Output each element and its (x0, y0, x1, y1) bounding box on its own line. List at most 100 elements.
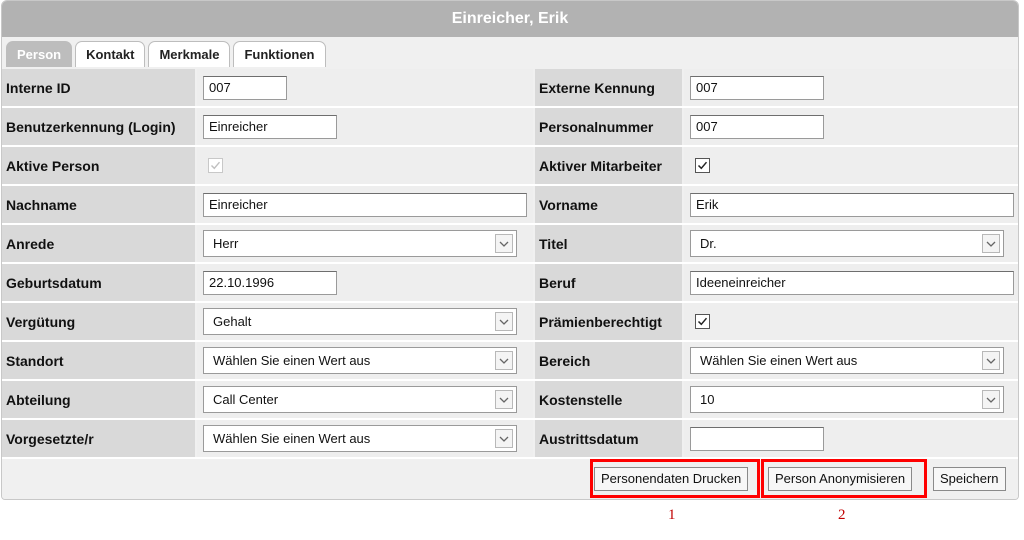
aktive-person-checkbox (208, 158, 223, 173)
tab-person[interactable]: Person (6, 41, 73, 67)
standort-cell: Wählen Sie einen Wert aus (197, 342, 533, 379)
anrede-select[interactable]: Herr (203, 230, 517, 257)
beruf-cell: Ideeneinreicher (684, 264, 1018, 301)
form-row: Vorgesetzte/r Wählen Sie einen Wert aus … (2, 420, 1018, 459)
verguetung-select[interactable]: Gehalt (203, 308, 517, 335)
geburtsdatum-field[interactable]: 22.10.1996 (203, 270, 337, 295)
abteilung-select[interactable]: Call Center (203, 386, 517, 413)
form-row: Standort Wählen Sie einen Wert aus Berei… (2, 342, 1018, 381)
form-row: Anrede Herr Titel Dr. (2, 225, 1018, 264)
annotation-number-1: 1 (668, 507, 676, 523)
vorgesetzte-label: Vorgesetzte/r (2, 420, 195, 457)
nachname-field[interactable]: Einreicher (203, 192, 527, 217)
titel-value: Dr. (700, 236, 717, 251)
titel-cell: Dr. (684, 225, 1018, 262)
vorname-label: Vorname (535, 186, 682, 223)
geburtsdatum-label: Geburtsdatum (2, 264, 195, 301)
form-row: Nachname Einreicher Vorname Erik (2, 186, 1018, 225)
beruf-field[interactable]: Ideeneinreicher (690, 270, 1014, 295)
aktive-person-cell (197, 147, 533, 184)
interne-id-label: Interne ID (2, 69, 195, 106)
interne-id-cell: 007 (197, 69, 533, 106)
kostenstelle-label: Kostenstelle (535, 381, 682, 418)
vorname-cell: Erik (684, 186, 1018, 223)
form-row: Interne ID 007 Externe Kennung 007 (2, 69, 1018, 108)
verguetung-label: Vergütung (2, 303, 195, 340)
anrede-cell: Herr (197, 225, 533, 262)
vorgesetzte-cell: Wählen Sie einen Wert aus (197, 420, 533, 457)
kostenstelle-select[interactable]: 10 (690, 386, 1004, 413)
praemienberechtigt-checkbox[interactable] (695, 314, 710, 329)
save-button[interactable]: Speichern (933, 467, 1006, 491)
personalnummer-field[interactable]: 007 (690, 114, 824, 139)
tab-bar: Person Kontakt Merkmale Funktionen (6, 41, 326, 67)
externe-kennung-cell: 007 (684, 69, 1018, 106)
kostenstelle-value: 10 (700, 392, 715, 407)
person-dialog: Einreicher, Erik Person Kontakt Merkmale… (1, 0, 1019, 500)
aktive-person-label: Aktive Person (2, 147, 195, 184)
chevron-down-icon[interactable] (982, 351, 1000, 370)
verguetung-cell: Gehalt (197, 303, 533, 340)
aktiver-mitarbeiter-cell (684, 147, 1018, 184)
abteilung-cell: Call Center (197, 381, 533, 418)
vorgesetzte-value: Wählen Sie einen Wert aus (213, 431, 371, 446)
anrede-value: Herr (213, 236, 239, 251)
austrittsdatum-cell (684, 420, 1018, 457)
personalnummer-label: Personalnummer (535, 108, 682, 145)
nachname-label: Nachname (2, 186, 195, 223)
form-row: Vergütung Gehalt Prämienberechtigt (2, 303, 1018, 342)
titel-select[interactable]: Dr. (690, 230, 1004, 257)
kostenstelle-cell: 10 (684, 381, 1018, 418)
praemienberechtigt-cell (684, 303, 1018, 340)
personalnummer-cell: 007 (684, 108, 1018, 145)
form-row: Geburtsdatum 22.10.1996 Beruf Ideeneinre… (2, 264, 1018, 303)
anrede-label: Anrede (2, 225, 195, 262)
bereich-cell: Wählen Sie einen Wert aus (684, 342, 1018, 379)
chevron-down-icon[interactable] (495, 351, 513, 370)
tab-funktionen[interactable]: Funktionen (233, 41, 326, 67)
login-field[interactable]: Einreicher (203, 114, 337, 139)
standort-select[interactable]: Wählen Sie einen Wert aus (203, 347, 517, 374)
tab-kontakt[interactable]: Kontakt (75, 41, 146, 67)
vorname-field[interactable]: Erik (690, 192, 1014, 217)
chevron-down-icon[interactable] (495, 312, 513, 331)
chevron-down-icon[interactable] (495, 234, 513, 253)
verguetung-value: Gehalt (213, 314, 252, 329)
austrittsdatum-field[interactable] (690, 426, 824, 451)
highlight-box-1 (590, 459, 760, 498)
abteilung-label: Abteilung (2, 381, 195, 418)
login-label: Benutzerkennung (Login) (2, 108, 195, 145)
externe-kennung-label: Externe Kennung (535, 69, 682, 106)
standort-label: Standort (2, 342, 195, 379)
dialog-title: Einreicher, Erik (2, 1, 1018, 37)
bereich-label: Bereich (535, 342, 682, 379)
austrittsdatum-label: Austrittsdatum (535, 420, 682, 457)
chevron-down-icon[interactable] (982, 390, 1000, 409)
standort-value: Wählen Sie einen Wert aus (213, 353, 371, 368)
bereich-value: Wählen Sie einen Wert aus (700, 353, 858, 368)
externe-kennung-field[interactable]: 007 (690, 75, 824, 100)
nachname-cell: Einreicher (197, 186, 533, 223)
form-row: Benutzerkennung (Login) Einreicher Perso… (2, 108, 1018, 147)
chevron-down-icon[interactable] (982, 234, 1000, 253)
geburtsdatum-cell: 22.10.1996 (197, 264, 533, 301)
aktiver-mitarbeiter-checkbox[interactable] (695, 158, 710, 173)
chevron-down-icon[interactable] (495, 429, 513, 448)
chevron-down-icon[interactable] (495, 390, 513, 409)
person-form: Interne ID 007 Externe Kennung 007 Benut… (2, 69, 1018, 459)
form-row: Abteilung Call Center Kostenstelle 10 (2, 381, 1018, 420)
bereich-select[interactable]: Wählen Sie einen Wert aus (690, 347, 1004, 374)
abteilung-value: Call Center (213, 392, 279, 407)
interne-id-field[interactable]: 007 (203, 75, 287, 100)
titel-label: Titel (535, 225, 682, 262)
checkmark-icon (697, 161, 708, 170)
checkmark-icon (697, 317, 708, 326)
checkmark-icon (211, 161, 221, 170)
annotation-number-2: 2 (838, 507, 846, 523)
login-cell: Einreicher (197, 108, 533, 145)
beruf-label: Beruf (535, 264, 682, 301)
highlight-box-2 (761, 459, 927, 498)
vorgesetzte-select[interactable]: Wählen Sie einen Wert aus (203, 425, 517, 452)
aktiver-mitarbeiter-label: Aktiver Mitarbeiter (535, 147, 682, 184)
tab-merkmale[interactable]: Merkmale (148, 41, 231, 67)
